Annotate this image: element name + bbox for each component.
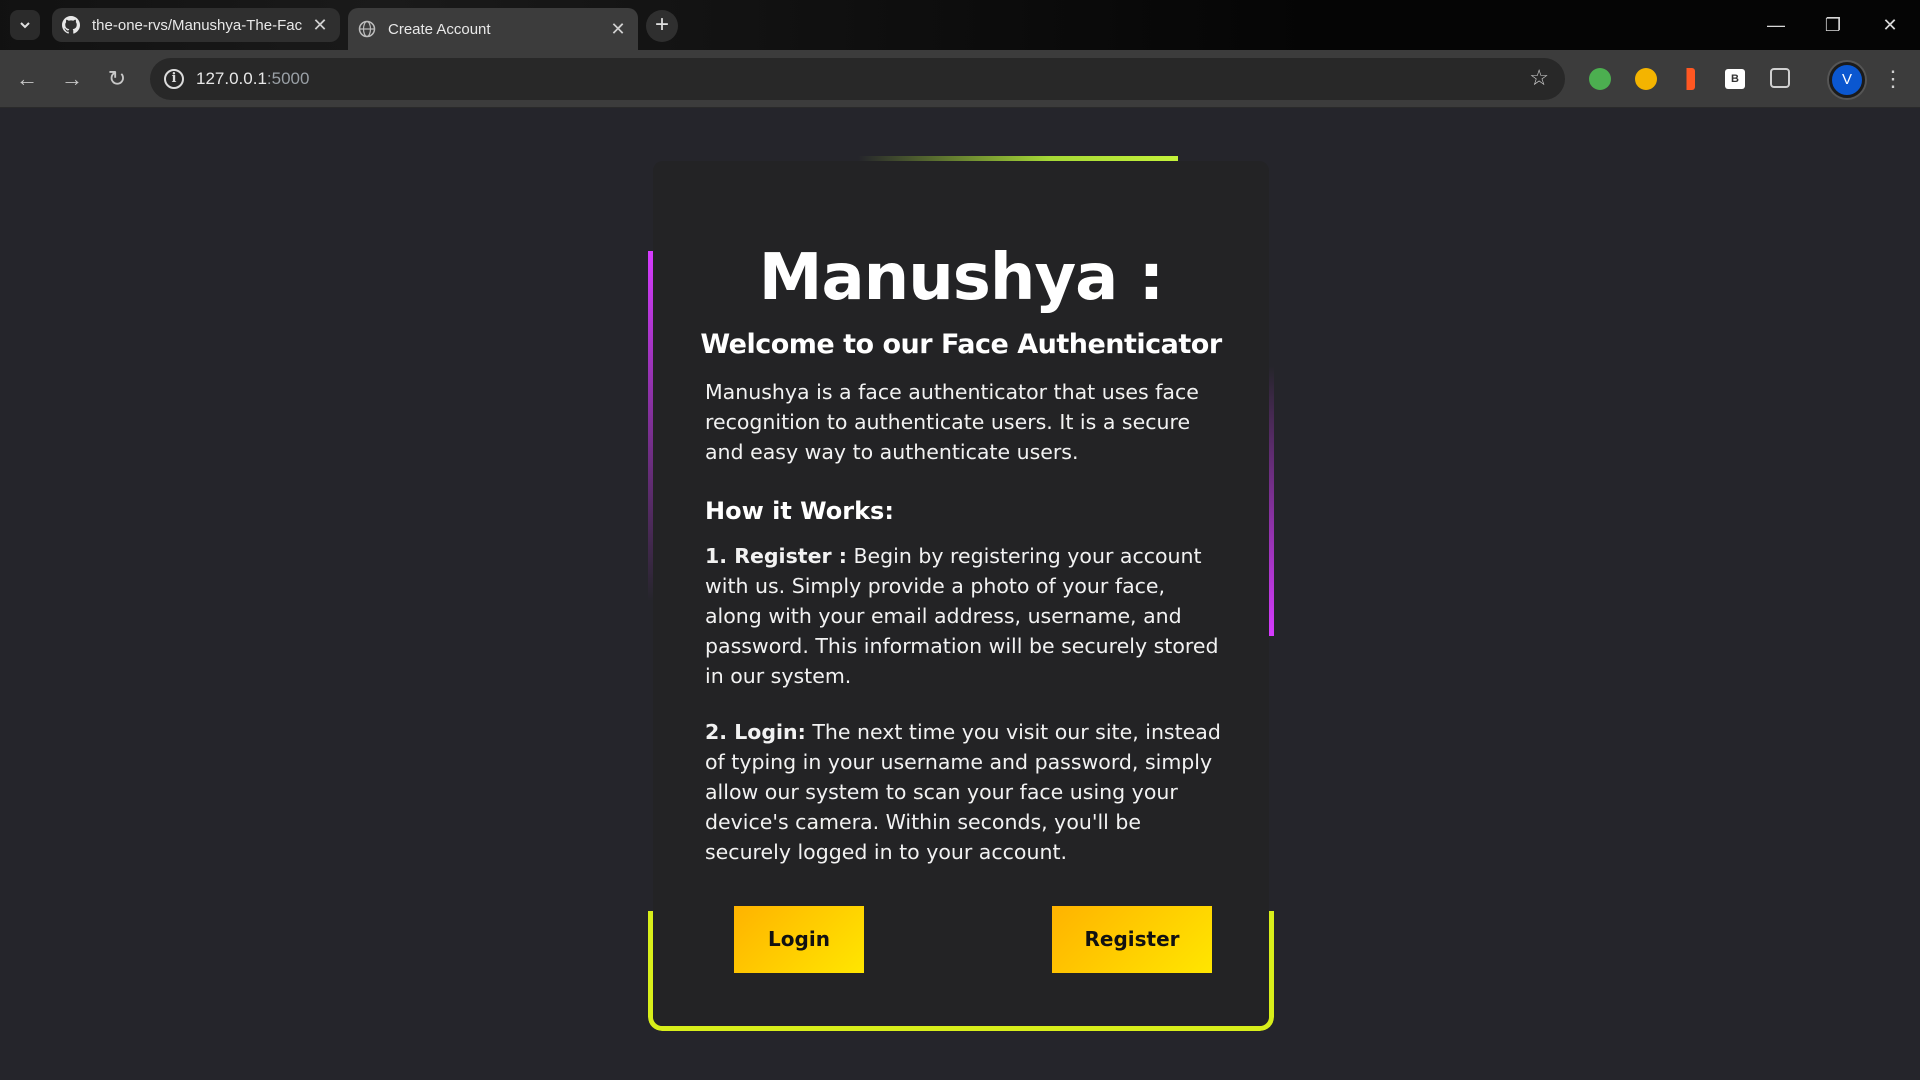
tab-title: the-one-rvs/Manushya-The-Fac: [92, 16, 303, 34]
step-label: 2. Login:: [705, 720, 806, 744]
reload-icon[interactable]: ↻: [102, 64, 132, 94]
extension-green-icon[interactable]: [1589, 68, 1611, 90]
tab-search-button[interactable]: [10, 10, 40, 40]
login-button[interactable]: Login: [734, 906, 864, 973]
minimize-icon[interactable]: —: [1756, 10, 1796, 40]
new-tab-button[interactable]: +: [646, 10, 678, 42]
site-info-icon[interactable]: i: [164, 69, 184, 89]
forward-icon[interactable]: →: [57, 64, 87, 94]
extension-yellow-icon[interactable]: [1635, 68, 1657, 90]
tab-strip: the-one-rvs/Manushya-The-Fac ✕ Create Ac…: [0, 0, 1920, 50]
url-host: 127.0.0.1: [196, 69, 267, 88]
close-tab-icon[interactable]: ✕: [310, 15, 330, 35]
profile-avatar[interactable]: V: [1829, 62, 1865, 98]
step-register: 1. Register : Begin by registering your …: [705, 541, 1225, 691]
github-icon: [62, 16, 80, 34]
page-title: Manushya :: [758, 241, 1164, 315]
menu-kebab-icon[interactable]: ⋮: [1882, 64, 1904, 94]
card-container: Manushya : Welcome to our Face Authentic…: [648, 156, 1274, 1031]
url-text[interactable]: 127.0.0.1:5000: [196, 69, 309, 89]
url-port: :5000: [266, 69, 310, 88]
step-login: 2. Login: The next time you visit our si…: [705, 717, 1225, 867]
intro-text: Manushya is a face authenticator that us…: [705, 380, 1199, 464]
close-tab-icon[interactable]: ✕: [608, 19, 628, 39]
step-label: 1. Register :: [705, 544, 847, 568]
how-it-works-heading: How it Works:: [705, 497, 894, 525]
bookmark-star-icon[interactable]: ☆: [1529, 65, 1549, 91]
page-subtitle: Welcome to our Face Authenticator: [700, 329, 1222, 360]
tab-github[interactable]: the-one-rvs/Manushya-The-Fac ✕: [52, 8, 340, 42]
extension-b-icon[interactable]: B: [1725, 69, 1745, 89]
page-body: Manushya : Welcome to our Face Authentic…: [0, 108, 1920, 1080]
browser-toolbar: ← → ↻ i 127.0.0.1:5000 ☆ B V ⋮: [0, 50, 1920, 108]
card-content: Manushya is a face authenticator that us…: [705, 377, 1225, 893]
extensions-puzzle-icon[interactable]: [1770, 68, 1790, 88]
tab-title: Create Account: [388, 20, 491, 38]
tab-create-account[interactable]: Create Account ✕: [348, 8, 638, 50]
globe-icon: [358, 20, 376, 38]
register-button[interactable]: Register: [1052, 906, 1212, 973]
welcome-card: Manushya : Welcome to our Face Authentic…: [653, 161, 1269, 1026]
address-bar[interactable]: i 127.0.0.1:5000 ☆: [150, 58, 1565, 100]
chevron-down-icon: [20, 22, 30, 29]
back-icon[interactable]: ←: [12, 64, 42, 94]
restore-icon[interactable]: ❐: [1813, 10, 1853, 40]
close-window-icon[interactable]: ✕: [1870, 10, 1910, 40]
glow-border-right: [1269, 366, 1274, 636]
extension-orange-icon[interactable]: [1681, 68, 1695, 90]
